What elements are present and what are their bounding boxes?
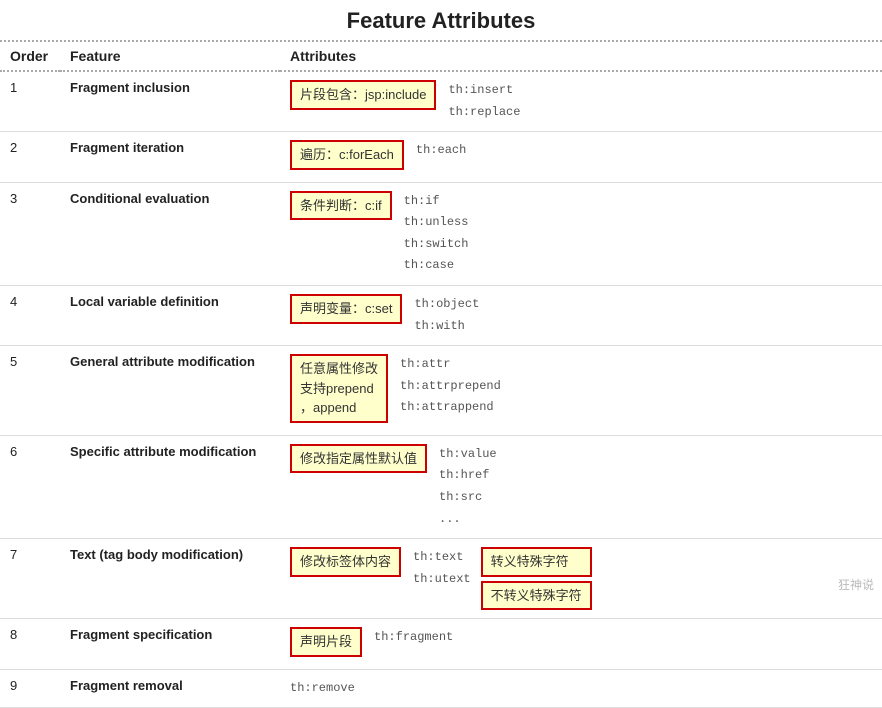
cell-attributes: 片段包含：jsp:include th:insertth:replace [280, 71, 882, 132]
cell-feature: Conditional evaluation [60, 182, 280, 285]
note-box: 修改标签体内容 [290, 547, 401, 577]
note-box: 声明片段 [290, 627, 362, 657]
table-row: 4Local variable definition 声明变量：c:set th:o… [0, 286, 882, 346]
attributes-list: th:attrth:attrprependth:attrappend [400, 354, 501, 419]
note-box: 任意属性修改 支持prepend ，append [290, 354, 388, 423]
cell-attributes: 遍历：c:forEach th:each [280, 132, 882, 183]
cell-feature: Fragment inclusion [60, 71, 280, 132]
col-attributes: Attributes [280, 42, 882, 71]
cell-attributes: 声明变量：c:set th:objectth:with [280, 286, 882, 346]
cell-order: 2 [0, 132, 60, 183]
cell-attributes: 修改标签体内容 th:textth:utext 转义特殊字符不转义特殊字符 [280, 539, 882, 619]
note-box: 条件判断：c:if [290, 191, 392, 221]
table-row: 2Fragment iteration 遍历：c:forEach th:each [0, 132, 882, 183]
cell-feature: Text (tag body modification) [60, 539, 280, 619]
table-row: 7Text (tag body modification) 修改标签体内容 th:t… [0, 539, 882, 619]
attributes-list: th:insertth:replace [448, 80, 520, 123]
table-row: 1Fragment inclusion 片段包含：jsp:include th:in… [0, 71, 882, 132]
cell-order: 4 [0, 286, 60, 346]
table-row: 8Fragment specification 声明片段 th:fragment [0, 619, 882, 670]
cell-attributes: 修改指定属性默认值 th:valueth:hrefth:src... [280, 435, 882, 538]
page-title: Feature Attributes [0, 0, 882, 42]
note-box: 声明变量：c:set [290, 294, 402, 324]
note-box: 片段包含：jsp:include [290, 80, 436, 110]
note-box: 遍历：c:forEach [290, 140, 404, 170]
attributes-list: th:ifth:unlessth:switchth:case [404, 191, 469, 277]
cell-order: 7 [0, 539, 60, 619]
cell-order: 6 [0, 435, 60, 538]
cell-order: 1 [0, 71, 60, 132]
attributes-list: th:textth:utext [413, 547, 471, 590]
col-order: Order [0, 42, 60, 71]
attributes-list: th:remove [290, 678, 872, 700]
attributes-list: th:objectth:with [414, 294, 479, 337]
attributes-list: th:fragment [374, 627, 453, 649]
cell-order: 5 [0, 346, 60, 436]
attributes-list: th:valueth:hrefth:src... [439, 444, 497, 530]
cell-feature: Fragment specification [60, 619, 280, 670]
cell-order: 8 [0, 619, 60, 670]
table-row: 3Conditional evaluation 条件判断：c:if th:ifth:… [0, 182, 882, 285]
table-row: 5General attribute modification任意属性修改 支持… [0, 346, 882, 436]
cell-order: 9 [0, 669, 60, 708]
cell-feature: General attribute modification [60, 346, 280, 436]
table-row: 6Specific attribute modification修改指定属性默认… [0, 435, 882, 538]
cell-attributes: 声明片段 th:fragment [280, 619, 882, 670]
table-row: 9Fragment removal th:remove [0, 669, 882, 708]
cell-feature: Fragment iteration [60, 132, 280, 183]
cell-attributes: 任意属性修改 支持prepend ，appendth:attrth:attrpr… [280, 346, 882, 436]
cell-feature: Fragment removal [60, 669, 280, 708]
note-box: 修改指定属性默认值 [290, 444, 427, 474]
attributes-list: th:each [416, 140, 466, 162]
extra-note-box: 转义特殊字符 [481, 547, 592, 577]
feature-attributes-table: Order Feature Attributes 1Fragment inclu… [0, 42, 882, 708]
cell-feature: Specific attribute modification [60, 435, 280, 538]
cell-attributes: 条件判断：c:if th:ifth:unlessth:switchth:case [280, 182, 882, 285]
watermark: 狂神说 [838, 576, 874, 593]
extra-note-box: 不转义特殊字符 [481, 581, 592, 611]
cell-attributes: th:remove [280, 669, 882, 708]
col-feature: Feature [60, 42, 280, 71]
cell-order: 3 [0, 182, 60, 285]
cell-feature: Local variable definition [60, 286, 280, 346]
